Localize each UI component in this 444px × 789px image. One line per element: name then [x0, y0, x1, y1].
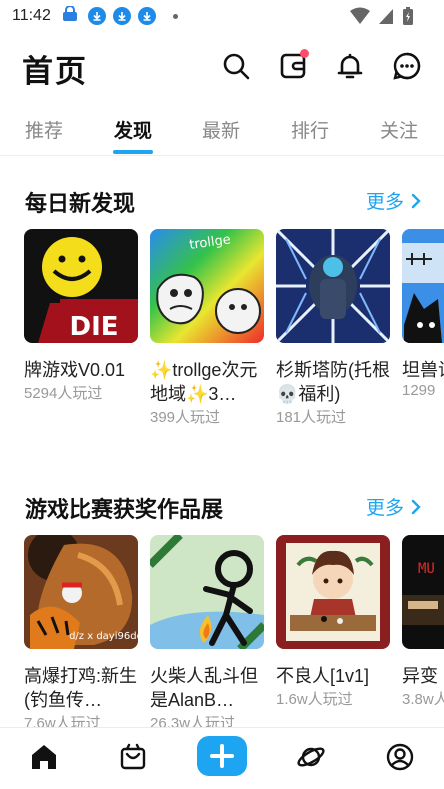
player-count: 7.6w人玩过	[24, 715, 101, 727]
app-header: 首页	[0, 40, 444, 96]
game-card[interactable]: d/z x dayi96dd 高爆打鸡:新生(钓鱼传… 7.6w人玩过	[24, 535, 140, 727]
tab-recommend[interactable]: 推荐	[25, 116, 63, 143]
more-daily-discover-link[interactable]: 更多	[366, 187, 422, 214]
player-count: 181人玩过	[276, 409, 347, 426]
bell-icon	[337, 53, 363, 79]
game-name: ✨trollge次元地域✨3…	[150, 360, 258, 404]
mu-sa-text: MU SAN	[418, 561, 444, 577]
download-icon	[137, 7, 156, 25]
message-icon	[393, 52, 421, 80]
game-name: 牌游戏V0.01	[24, 360, 126, 380]
more-label: 更多	[365, 192, 404, 213]
game-thumbnail: DIE	[24, 229, 138, 343]
status-time: 11:42	[12, 7, 51, 24]
wallet-button[interactable]	[276, 49, 310, 83]
game-card[interactable]: MU SAN 异变 3.8w人	[402, 535, 444, 709]
tab-discover[interactable]: 发现	[114, 116, 152, 143]
game-thumbnail	[276, 535, 390, 649]
chevron-right-icon	[411, 193, 421, 208]
game-thumbnail	[402, 229, 444, 343]
player-count: 5294人玩过	[24, 385, 103, 402]
more-notifications-dot-icon	[172, 13, 178, 19]
profile-icon	[386, 743, 414, 771]
more-contest-winners-link[interactable]: 更多	[366, 493, 422, 520]
tab-following[interactable]: 关注	[380, 116, 418, 143]
game-card[interactable]: trollge ✨trollge次元地域✨3… 399人玩过	[150, 229, 266, 427]
download-icon	[87, 7, 106, 25]
player-count: 1299	[402, 382, 436, 399]
game-thumbnail: d/z x dayi96dd	[24, 535, 138, 649]
daily-discover-row: DIE 牌游戏V0.01 5294人玩过 trollge ✨trollge次元地…	[0, 229, 444, 439]
search-icon	[223, 53, 250, 80]
add-icon	[210, 744, 234, 768]
game-card[interactable]: DIE 牌游戏V0.01 5294人玩过	[24, 229, 140, 403]
page-title: 首页	[22, 54, 88, 89]
game-name: 杉斯塔防(托根💀福利)	[276, 360, 390, 404]
status-system-icons	[350, 6, 414, 31]
download-icon	[112, 7, 131, 25]
nav-explore[interactable]	[294, 740, 328, 774]
game-card[interactable]: 火柴人乱斗但是AlanB… 26.3w人玩过	[150, 535, 266, 727]
more-label: 更多	[365, 498, 404, 519]
signal-icon	[378, 7, 394, 30]
game-card[interactable]: 不良人[1v1] 1.6w人玩过	[276, 535, 392, 709]
tab-latest[interactable]: 最新	[202, 116, 240, 143]
nav-shop[interactable]	[116, 740, 150, 774]
vpn-icon	[59, 4, 81, 27]
nav-profile[interactable]	[383, 740, 417, 774]
game-name: 不良人[1v1]	[276, 666, 370, 686]
search-button[interactable]	[219, 49, 253, 83]
game-thumbnail: trollge	[150, 229, 264, 343]
tab-ranking[interactable]: 排行	[291, 116, 329, 143]
nav-home[interactable]	[27, 740, 61, 774]
status-notification-icons	[59, 4, 178, 27]
player-count: 1.6w人玩过	[276, 691, 353, 708]
battery-icon	[402, 6, 414, 31]
wifi-icon	[350, 7, 370, 30]
wallet-badge	[300, 49, 309, 58]
game-card[interactable]: 杉斯塔防(托根💀福利) 181人玩过	[276, 229, 392, 427]
die-text: DIE	[69, 312, 118, 342]
bag-icon	[120, 743, 146, 770]
dazai-text: d/z x dayi96dd	[69, 631, 138, 642]
game-card[interactable]: 坦兽试版 1299	[402, 229, 444, 399]
nav-create-button[interactable]	[197, 736, 247, 776]
game-name: 火柴人乱斗但是AlanB…	[150, 666, 258, 710]
status-bar: 11:42	[0, 0, 444, 32]
chevron-right-icon	[411, 499, 421, 514]
game-thumbnail	[276, 229, 390, 343]
section-title-contest-winners: 游戏比赛获奖作品展	[25, 497, 224, 522]
category-tabs: 推荐 发现 最新 排行 关注	[0, 108, 444, 156]
game-name: 高爆打鸡:新生(钓鱼传…	[24, 666, 138, 710]
player-count: 26.3w人玩过	[150, 715, 236, 727]
game-name: 异变	[402, 666, 438, 686]
section-title-daily-discover: 每日新发现	[25, 191, 136, 216]
player-count: 399人玩过	[150, 409, 221, 426]
game-thumbnail: MU SAN	[402, 535, 444, 649]
messages-button[interactable]	[390, 49, 424, 83]
planet-icon	[297, 747, 325, 767]
contest-winners-row: d/z x dayi96dd 高爆打鸡:新生(钓鱼传… 7.6w人玩过 火柴人乱…	[0, 535, 444, 727]
active-tab-indicator	[113, 150, 153, 154]
game-name: 坦兽试版	[402, 360, 444, 380]
player-count: 3.8w人	[402, 691, 444, 708]
notifications-button[interactable]	[333, 49, 367, 83]
game-thumbnail	[150, 535, 264, 649]
home-icon	[32, 745, 56, 769]
bottom-navigation	[0, 727, 444, 789]
